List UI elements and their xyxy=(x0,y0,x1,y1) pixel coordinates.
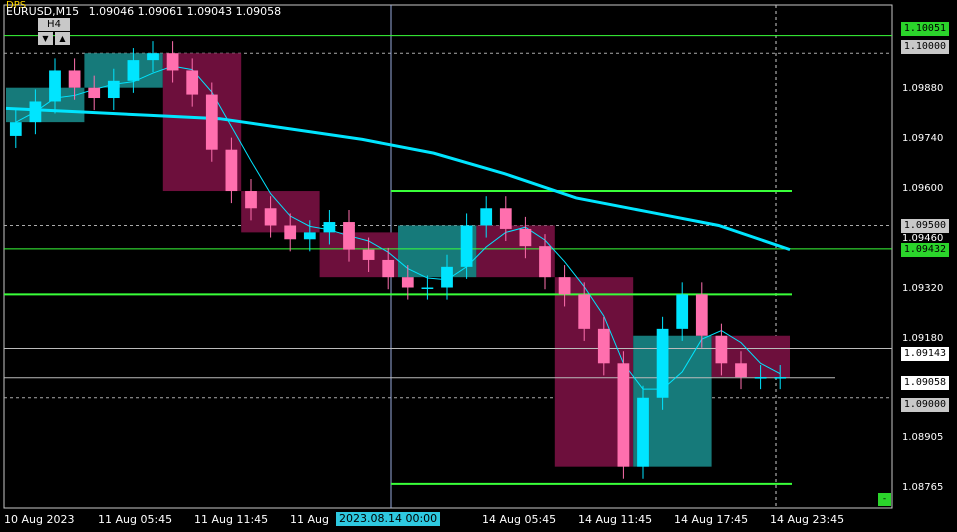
y-tick: 1.09180 xyxy=(902,333,944,344)
candle-body xyxy=(343,222,355,250)
candle-body xyxy=(225,149,238,192)
x-tick: 11 Aug xyxy=(290,513,329,526)
y-tick: 1.09740 xyxy=(902,133,944,144)
price-tag-5: 1.09143 xyxy=(900,347,949,361)
price-tag-2: 1.10000 xyxy=(900,40,949,54)
candle-body xyxy=(362,249,375,260)
candle-body xyxy=(127,60,140,81)
x-tick: 11 Aug 11:45 xyxy=(194,513,269,526)
x-tick: 14 Aug 11:45 xyxy=(578,513,653,526)
timeframe-box: H4 ▼ ▲ xyxy=(38,18,70,46)
timeframe-up-button[interactable]: ▲ xyxy=(55,32,70,45)
candle-body xyxy=(460,225,473,267)
x-tick: 14 Aug 23:45 xyxy=(770,513,845,526)
candle-body xyxy=(29,101,42,123)
candle-body xyxy=(303,232,316,240)
y-tick: 1.08765 xyxy=(902,482,944,493)
x-tick: 11 Aug 05:45 xyxy=(98,513,173,526)
candle-body xyxy=(284,225,297,240)
candle-body xyxy=(637,397,649,467)
candle-body xyxy=(774,377,787,379)
candle-body xyxy=(735,363,747,378)
candle-body xyxy=(88,87,101,99)
y-tick: 1.09880 xyxy=(902,83,944,94)
x-tick: 14 Aug 05:45 xyxy=(482,513,557,526)
crosshair-time-label: 2023.08.14 00:00 xyxy=(336,512,441,526)
candle-body xyxy=(245,191,257,209)
x-tick: 10 Aug 2023 xyxy=(4,513,75,526)
candle-body xyxy=(421,287,434,290)
candle-body xyxy=(539,246,551,278)
candle-body xyxy=(401,277,414,288)
candle-body xyxy=(597,328,610,364)
candle-body xyxy=(656,328,669,398)
corner-button[interactable]: - xyxy=(878,493,891,506)
candle-body xyxy=(166,53,179,71)
price-tag-4: 1.09432 xyxy=(900,243,949,257)
timeframe-down-button[interactable]: ▼ xyxy=(38,32,53,45)
price-tag-3: 1.09500 xyxy=(900,219,949,233)
candle-body xyxy=(264,208,277,226)
y-tick: 1.09320 xyxy=(902,283,944,294)
candle-body xyxy=(441,266,453,288)
candle-body xyxy=(754,377,767,379)
price-tag-1: 1.10051 xyxy=(900,22,949,36)
y-tick: 1.09460 xyxy=(902,233,944,244)
candle-body xyxy=(205,94,218,150)
y-tick: 1.08905 xyxy=(902,432,944,443)
candle-body xyxy=(617,363,630,467)
candle-body xyxy=(107,80,120,99)
x-tick: 14 Aug 17:45 xyxy=(674,513,749,526)
ohlc-label: 1.09046 1.09061 1.09043 1.09058 xyxy=(88,5,282,18)
price-chart[interactable] xyxy=(0,0,957,532)
chart-header: EURUSD,M15 1.09046 1.09061 1.09043 1.090… xyxy=(6,5,281,18)
candle-body xyxy=(558,277,571,295)
candle-body xyxy=(715,335,728,364)
candle-body xyxy=(147,53,159,61)
candle-body xyxy=(186,70,199,95)
y-tick: 1.09600 xyxy=(902,183,944,194)
price-tag-7: 1.09000 xyxy=(900,398,949,412)
candle-body xyxy=(499,208,512,229)
candle-body xyxy=(323,222,336,233)
candle-body xyxy=(676,294,689,329)
candle-body xyxy=(382,259,395,278)
timeframe-label: H4 xyxy=(38,18,70,31)
candle-body xyxy=(68,70,81,88)
candle-body xyxy=(49,70,61,102)
candle-body xyxy=(480,208,493,226)
candle-body xyxy=(578,294,591,329)
candle-body xyxy=(695,294,708,336)
price-tag-6: 1.09058 xyxy=(900,376,949,390)
candle-body xyxy=(519,228,532,247)
symbol-label: EURUSD,M15 xyxy=(6,5,80,18)
candle-body xyxy=(9,122,22,136)
